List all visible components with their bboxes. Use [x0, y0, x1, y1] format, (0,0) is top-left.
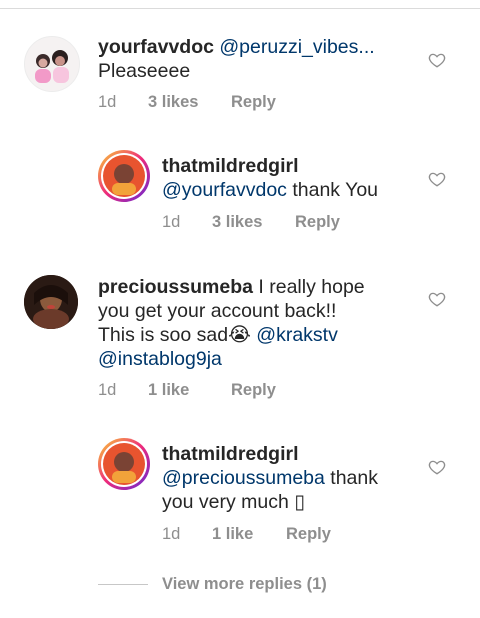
timestamp: 1d — [98, 93, 117, 111]
username[interactable]: thatmildredgirl — [162, 155, 299, 177]
likes-count[interactable]: 3 likes — [212, 213, 295, 232]
reply-text: thatmildredgirl @precioussumeba thank yo… — [162, 442, 422, 514]
mention-link[interactable]: @peruzzi_vibes... — [219, 36, 374, 58]
heart-icon[interactable] — [428, 51, 446, 69]
crying-emoji: 😭 — [228, 324, 251, 346]
mention-link[interactable]: @krakstv — [251, 324, 338, 346]
likes-count[interactable]: 3 likes — [148, 93, 231, 112]
likes-count[interactable]: 1 like — [148, 381, 231, 400]
timestamp: 1d — [162, 525, 181, 543]
comment-text: precioussumeba I really hope you get you… — [98, 275, 418, 371]
comment-body: Pleaseeee — [98, 60, 191, 82]
comment-body-1: I really hope — [252, 276, 365, 298]
mention-link[interactable]: @precioussumeba — [162, 467, 325, 489]
mention-link[interactable]: @yourfavvdoc — [162, 179, 287, 201]
avatar[interactable] — [98, 150, 150, 202]
comment-body-1: thank — [324, 467, 378, 489]
reply-text: thatmildredgirl @yourfavvdoc thank You — [162, 154, 422, 202]
comment-meta: 1d 1 like Reply — [98, 381, 276, 400]
comment-text: yourfavvdoc @peruzzi_vibes... Pleaseeee — [98, 35, 418, 83]
view-more-replies[interactable]: View more replies (1) — [98, 575, 327, 594]
reply-button[interactable]: Reply — [286, 525, 331, 544]
heart-icon[interactable] — [428, 290, 446, 308]
reply-button[interactable]: Reply — [231, 93, 276, 112]
username[interactable]: yourfavvdoc — [98, 36, 214, 58]
avatar[interactable] — [24, 36, 80, 92]
reply-button[interactable]: Reply — [231, 381, 276, 400]
comment-meta: 1d 1 like Reply — [162, 525, 331, 544]
likes-count[interactable]: 1 like — [212, 525, 286, 544]
comment-body-2: you get your account back!! — [98, 300, 337, 322]
comment-body-2: you very much — [162, 491, 289, 513]
comment-meta: 1d 3 likes Reply — [162, 213, 340, 232]
timestamp: 1d — [162, 213, 181, 231]
unknown-glyph: ▯ — [294, 491, 305, 513]
avatar[interactable] — [98, 438, 150, 490]
divider-line — [98, 584, 148, 585]
comment-meta: 1d 3 likes Reply — [98, 93, 276, 112]
heart-icon[interactable] — [428, 170, 446, 188]
avatar[interactable] — [24, 275, 78, 329]
view-more-label[interactable]: View more replies (1) — [162, 575, 327, 594]
reply-button[interactable]: Reply — [295, 213, 340, 232]
heart-icon[interactable] — [428, 458, 446, 476]
comment-body-3: This is soo sad — [98, 324, 229, 346]
username[interactable]: thatmildredgirl — [162, 443, 299, 465]
comment-body: thank You — [286, 179, 379, 201]
top-divider — [0, 0, 480, 9]
timestamp: 1d — [98, 381, 117, 399]
mention-link[interactable]: @instablog9ja — [98, 348, 222, 370]
username[interactable]: precioussumeba — [98, 276, 253, 298]
